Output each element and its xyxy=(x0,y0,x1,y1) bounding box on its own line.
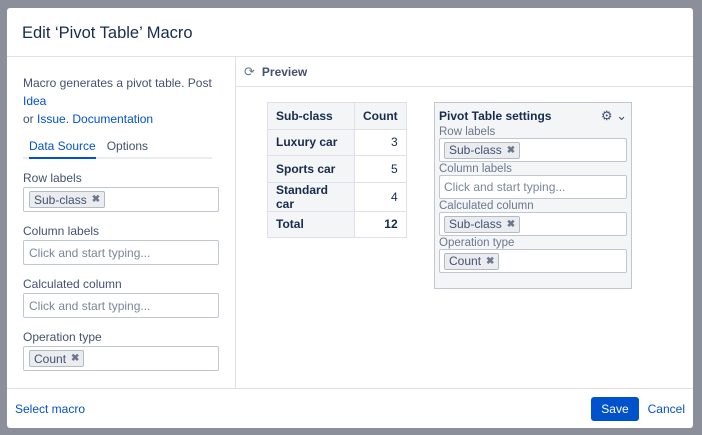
dialog-header: Edit ‘Pivot Table’ Macro xyxy=(7,8,693,57)
total-row: Total 12 xyxy=(267,210,407,238)
settings-column-labels-label: Column labels xyxy=(439,163,512,175)
remove-tag-icon[interactable]: ✖ xyxy=(71,353,79,364)
operation-type-field: Operation type Count ✖ xyxy=(23,330,219,371)
column-labels-label: Column labels xyxy=(23,224,100,238)
remove-tag-icon[interactable]: ✖ xyxy=(486,256,494,267)
remove-tag-icon[interactable]: ✖ xyxy=(92,194,100,205)
dialog-body: Macro generates a pivot table. Post Idea… xyxy=(7,57,693,388)
row-value: 4 xyxy=(354,181,407,212)
remove-tag-icon[interactable]: ✖ xyxy=(507,145,515,156)
macro-form: Macro generates a pivot table. Post Idea… xyxy=(7,57,236,388)
row-label: Luxury car xyxy=(267,128,355,156)
row-value: 5 xyxy=(354,155,407,183)
operation-type-input[interactable]: Count ✖ xyxy=(23,346,219,371)
tab-options[interactable]: Options xyxy=(107,139,148,157)
column-header: Sub-class xyxy=(267,102,355,130)
column-labels-input[interactable]: Click and start typing... xyxy=(23,240,219,265)
macro-description: Macro generates a pivot table. Post Idea… xyxy=(23,76,212,126)
tag-sub-class: Sub-class ✖ xyxy=(444,141,521,159)
table-header-row: Sub-class Count xyxy=(267,102,407,130)
pivot-table: Sub-class Count Luxury car 3 Sports car … xyxy=(267,102,407,238)
settings-calculated-column-input[interactable]: Sub-class ✖ xyxy=(439,212,627,236)
preview-header: ⟳ Preview xyxy=(236,57,693,87)
documentation-link[interactable]: Documentation xyxy=(72,112,153,126)
pivot-settings-panel: Pivot Table settings ⚙ ⌄ Row labels Sub-… xyxy=(434,102,632,289)
settings-header: Pivot Table settings ⚙ ⌄ xyxy=(439,108,627,124)
settings-row-labels-input[interactable]: Sub-class ✖ xyxy=(439,138,627,162)
row-labels-label: Row labels xyxy=(23,171,82,185)
dialog-footer: Select macro Save Cancel xyxy=(7,388,693,428)
settings-operation-type-label: Operation type xyxy=(439,237,515,249)
table-row: Luxury car 3 xyxy=(267,128,407,156)
row-labels-field: Row labels Sub-class ✖ xyxy=(23,171,219,212)
tab-data-source[interactable]: Data Source xyxy=(29,139,96,159)
total-label: Total xyxy=(267,210,355,238)
refresh-icon[interactable]: ⟳ xyxy=(244,64,255,80)
footer-buttons: Save Cancel xyxy=(591,396,685,421)
table-row: Standard car 4 xyxy=(267,181,407,212)
row-label: Sports car xyxy=(267,155,355,183)
macro-dialog: Edit ‘Pivot Table’ Macro Macro generates… xyxy=(7,8,693,428)
calculated-column-label: Calculated column xyxy=(23,277,122,291)
tag-count: Count ✖ xyxy=(444,252,500,270)
tag-sub-class: Sub-class ✖ xyxy=(444,215,521,233)
settings-operation-type-input[interactable]: Count ✖ xyxy=(439,249,627,273)
tag-sub-class: Sub-class ✖ xyxy=(29,191,106,208)
select-macro-link[interactable]: Select macro xyxy=(15,402,85,416)
row-label: Standard car xyxy=(267,181,355,212)
tag-count: Count ✖ xyxy=(29,350,85,367)
preview-label: Preview xyxy=(261,64,308,79)
issue-link[interactable]: Issue. xyxy=(37,112,69,126)
calculated-column-field: Calculated column Click and start typing… xyxy=(23,277,219,318)
preview-panel: ⟳ Preview Sub-class Count Luxury car 3 S… xyxy=(236,57,693,388)
operation-type-label: Operation type xyxy=(23,330,102,344)
save-button[interactable]: Save xyxy=(591,396,639,421)
table-row: Sports car 5 xyxy=(267,155,407,183)
form-tabs: Data Source Options xyxy=(23,139,212,159)
cancel-button[interactable]: Cancel xyxy=(648,402,685,416)
settings-row-labels-label: Row labels xyxy=(439,126,496,138)
remove-tag-icon[interactable]: ✖ xyxy=(507,219,515,230)
dialog-title: Edit ‘Pivot Table’ Macro xyxy=(22,24,193,42)
column-header: Count xyxy=(354,102,407,130)
total-value: 12 xyxy=(354,210,407,238)
row-labels-input[interactable]: Sub-class ✖ xyxy=(23,187,219,212)
gear-icon[interactable]: ⚙ ⌄ xyxy=(601,108,627,124)
calculated-column-input[interactable]: Click and start typing... xyxy=(23,293,219,318)
row-value: 3 xyxy=(354,128,407,156)
settings-title: Pivot Table settings xyxy=(439,109,552,123)
settings-column-labels-input[interactable]: Click and start typing... xyxy=(439,175,627,199)
idea-link[interactable]: Idea xyxy=(23,94,46,108)
settings-calculated-column-label: Calculated column xyxy=(439,200,534,212)
column-labels-field: Column labels Click and start typing... xyxy=(23,224,219,265)
